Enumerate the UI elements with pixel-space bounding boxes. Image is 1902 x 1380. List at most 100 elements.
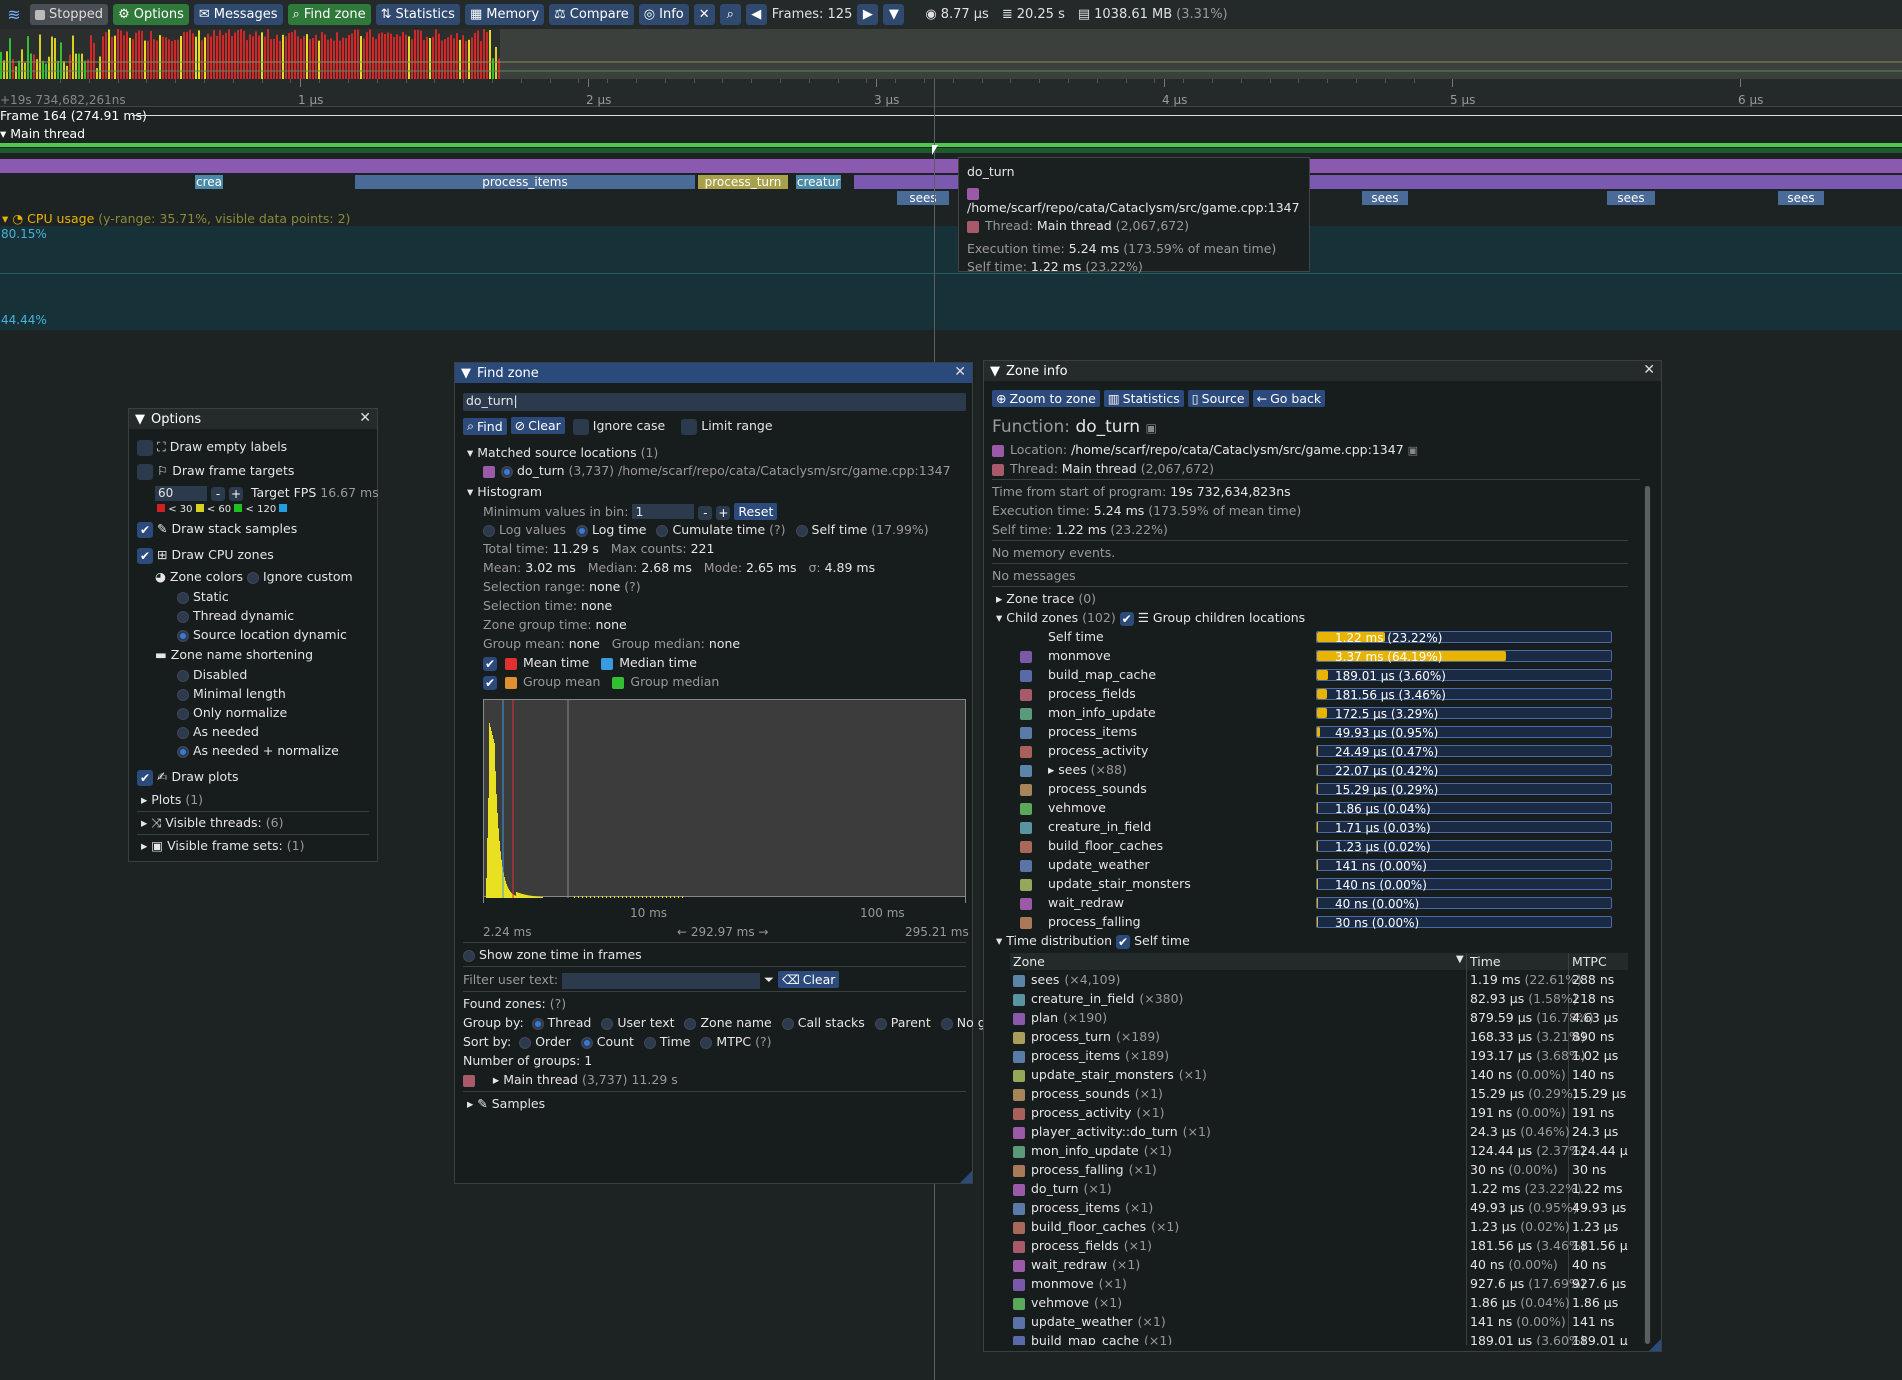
table-row[interactable]: player_activity::do_turn (×1) 24.3 µs (0.46… bbox=[1010, 1124, 1628, 1142]
find-zone-button[interactable]: ⌕ Find zone bbox=[287, 4, 371, 25]
clear-button[interactable]: ⊘ Clear bbox=[510, 417, 565, 434]
child-zone-row[interactable]: process_items 49.93 µs (0.95%) bbox=[1020, 724, 1620, 742]
filter-input[interactable] bbox=[562, 972, 761, 989]
radio[interactable] bbox=[684, 1017, 697, 1030]
child-zone-row[interactable]: process_falling 30 ns (0.00%) bbox=[1020, 914, 1620, 932]
draw-stack-samples-option[interactable]: ✔ ✎ Draw stack samples bbox=[137, 521, 297, 538]
help-marker[interactable]: (?) bbox=[755, 1034, 771, 1049]
radio[interactable] bbox=[601, 1017, 614, 1030]
help-marker[interactable]: (?) bbox=[624, 579, 640, 594]
zoom-button[interactable]: ⌕ bbox=[719, 4, 741, 25]
header-mtpc[interactable]: MTPC bbox=[1572, 954, 1607, 969]
checkbox-checked[interactable]: ✔ bbox=[137, 521, 153, 538]
min-values-input[interactable]: 1 bbox=[632, 504, 695, 519]
cpu-usage-header[interactable]: ▾ ◔ CPU usage (y-range: 35.71%, visible … bbox=[2, 211, 350, 226]
cumulate-time-checkbox[interactable] bbox=[656, 524, 669, 537]
log-values-checkbox[interactable] bbox=[483, 524, 495, 537]
shortening-normalize-radio[interactable]: Only normalize bbox=[177, 705, 287, 720]
wifi-icon[interactable]: ≋ bbox=[3, 5, 25, 24]
table-row[interactable]: update_weather (×1) 141 ns (0.00%) 141 ns bbox=[1010, 1314, 1628, 1332]
radio[interactable] bbox=[177, 669, 189, 682]
clipboard-icon[interactable]: ▣ bbox=[1408, 444, 1418, 457]
plots-tree[interactable]: ▸ Plots (1) bbox=[141, 792, 203, 807]
radio[interactable] bbox=[177, 707, 189, 720]
checkbox-checked[interactable]: ✔ bbox=[137, 547, 153, 564]
color-thread-dynamic-radio[interactable]: Thread dynamic bbox=[177, 608, 294, 623]
child-zone-row[interactable]: vehmove 1.86 µs (0.04%) bbox=[1020, 800, 1620, 818]
table-row[interactable]: plan (×190) 879.59 µs (16.78%) 4.63 µs bbox=[1010, 1010, 1628, 1028]
histogram-header[interactable]: ▾ Histogram bbox=[467, 484, 542, 499]
table-row[interactable]: update_stair_monsters (×1) 140 ns (0.00%) 14… bbox=[1010, 1067, 1628, 1085]
child-zone-row[interactable]: ▸ sees (×88) 22.07 µs (0.42%) bbox=[1020, 762, 1620, 780]
timeline-zone[interactable]: crea bbox=[195, 175, 223, 189]
checkbox[interactable] bbox=[137, 463, 153, 480]
child-zone-row[interactable]: monmove 3.37 ms (64.19%) bbox=[1020, 648, 1620, 666]
zone-info-titlebar[interactable]: ▼ Zone info ✕ bbox=[984, 361, 1661, 381]
group-item[interactable]: ▸ Main thread (3,737) 11.29 s bbox=[463, 1072, 678, 1087]
timeline-zone[interactable]: sees bbox=[1607, 191, 1655, 205]
child-zone-row[interactable]: process_sounds 15.29 µs (0.29%) bbox=[1020, 781, 1620, 799]
do-turn-zone[interactable] bbox=[0, 159, 1902, 173]
table-row[interactable]: wait_redraw (×1) 40 ns (0.00%) 40 ns bbox=[1010, 1257, 1628, 1275]
color-source-location-radio[interactable]: Source location dynamic bbox=[177, 627, 347, 642]
radio[interactable] bbox=[781, 1017, 794, 1030]
radio[interactable] bbox=[177, 610, 189, 623]
decrement-button[interactable]: - bbox=[210, 486, 225, 501]
radio-selected[interactable] bbox=[580, 1036, 593, 1049]
time-distribution-tree[interactable]: ▾ Time distribution ✔ Self time bbox=[996, 933, 1190, 949]
draw-cpu-zones-option[interactable]: ✔ ⊞ Draw CPU zones bbox=[137, 547, 274, 564]
radio[interactable] bbox=[177, 726, 189, 739]
reset-button[interactable]: Reset bbox=[734, 503, 778, 520]
go-back-button[interactable]: ← Go back bbox=[1252, 390, 1326, 407]
log-time-checkbox[interactable] bbox=[575, 524, 588, 537]
prev-frame-button[interactable]: ◀ bbox=[745, 4, 767, 25]
show-in-frames-option[interactable]: Show zone time in frames bbox=[463, 947, 642, 962]
header-time[interactable]: Time bbox=[1470, 954, 1501, 969]
timeline-zone[interactable]: sees bbox=[897, 191, 949, 205]
radio[interactable] bbox=[940, 1017, 953, 1030]
next-frame-button[interactable]: ▶ bbox=[857, 4, 879, 25]
child-zone-row[interactable]: update_weather 141 ns (0.00%) bbox=[1020, 857, 1620, 875]
group-checkbox[interactable]: ✔ bbox=[483, 675, 497, 690]
radio[interactable] bbox=[177, 591, 189, 604]
radio[interactable] bbox=[177, 688, 189, 701]
fps-input[interactable]: 60 bbox=[155, 486, 207, 501]
table-row[interactable]: process_fields (×1) 181.56 µs (3.46%) 181.56… bbox=[1010, 1238, 1628, 1256]
table-row[interactable]: process_activity (×1) 191 ns (0.00%) 191 ns bbox=[1010, 1105, 1628, 1123]
child-zone-row[interactable]: Self time 1.22 ms (23.22%) bbox=[1020, 629, 1620, 647]
ignore-custom-checkbox[interactable] bbox=[246, 571, 259, 584]
histogram-plot[interactable] bbox=[483, 699, 966, 898]
help-marker[interactable]: (?) bbox=[550, 996, 566, 1011]
frame-indicator[interactable]: Frame 164 (274.91 ms) bbox=[0, 108, 1902, 124]
shortening-disabled-radio[interactable]: Disabled bbox=[177, 667, 247, 682]
shortening-as-needed-radio[interactable]: As needed bbox=[177, 724, 259, 739]
table-row[interactable]: creature_in_field (×380) 82.93 µs (1.58%) 21… bbox=[1010, 991, 1628, 1009]
filter-clear-button[interactable]: ⌫ Clear bbox=[778, 971, 840, 988]
clipboard-icon[interactable]: ▣ bbox=[1145, 421, 1156, 435]
visible-threads-tree[interactable]: ▸ ⤨ Visible threads: (6) bbox=[141, 815, 283, 831]
resize-grip[interactable] bbox=[960, 1171, 972, 1183]
table-row[interactable]: process_items (×1) 49.93 µs (0.95%) 49.93 µs bbox=[1010, 1200, 1628, 1218]
close-icon[interactable]: ✕ bbox=[954, 364, 966, 380]
collapse-arrow-icon[interactable]: ▼ bbox=[135, 412, 145, 427]
timeline-zone[interactable]: sees bbox=[1778, 191, 1824, 205]
child-zone-row[interactable]: build_floor_caches 1.23 µs (0.02%) bbox=[1020, 838, 1620, 856]
messages-button[interactable]: ✉ Messages bbox=[193, 4, 283, 25]
draw-frame-targets-option[interactable]: ⚐ Draw frame targets bbox=[137, 463, 294, 480]
self-time-checkbox[interactable] bbox=[795, 524, 808, 537]
thread-header[interactable]: ▾ Main thread bbox=[0, 126, 85, 141]
radio-selected[interactable] bbox=[177, 745, 189, 758]
compare-button[interactable]: ⚖ Compare bbox=[549, 4, 634, 25]
group-children-checkbox[interactable]: ✔ bbox=[1119, 611, 1134, 626]
matched-location-item[interactable]: do_turn (3,737) /home/scarf/repo/cata/Ca… bbox=[483, 463, 951, 478]
collapse-arrow-icon[interactable]: ▼ bbox=[990, 364, 1000, 379]
checkbox-checked[interactable]: ✔ bbox=[137, 769, 153, 786]
frame-graph[interactable] bbox=[0, 29, 1902, 80]
visible-frame-sets-tree[interactable]: ▸ ▣ Visible frame sets: (1) bbox=[141, 838, 304, 853]
header-zone[interactable]: Zone bbox=[1013, 954, 1045, 969]
options-button[interactable]: ⚙ Options bbox=[113, 4, 189, 25]
samples-tree[interactable]: ▸ ✎ Samples bbox=[467, 1096, 545, 1111]
radio[interactable] bbox=[700, 1036, 713, 1049]
options-titlebar[interactable]: ▼ Options ✕ bbox=[129, 409, 377, 429]
radio-selected[interactable] bbox=[531, 1017, 544, 1030]
